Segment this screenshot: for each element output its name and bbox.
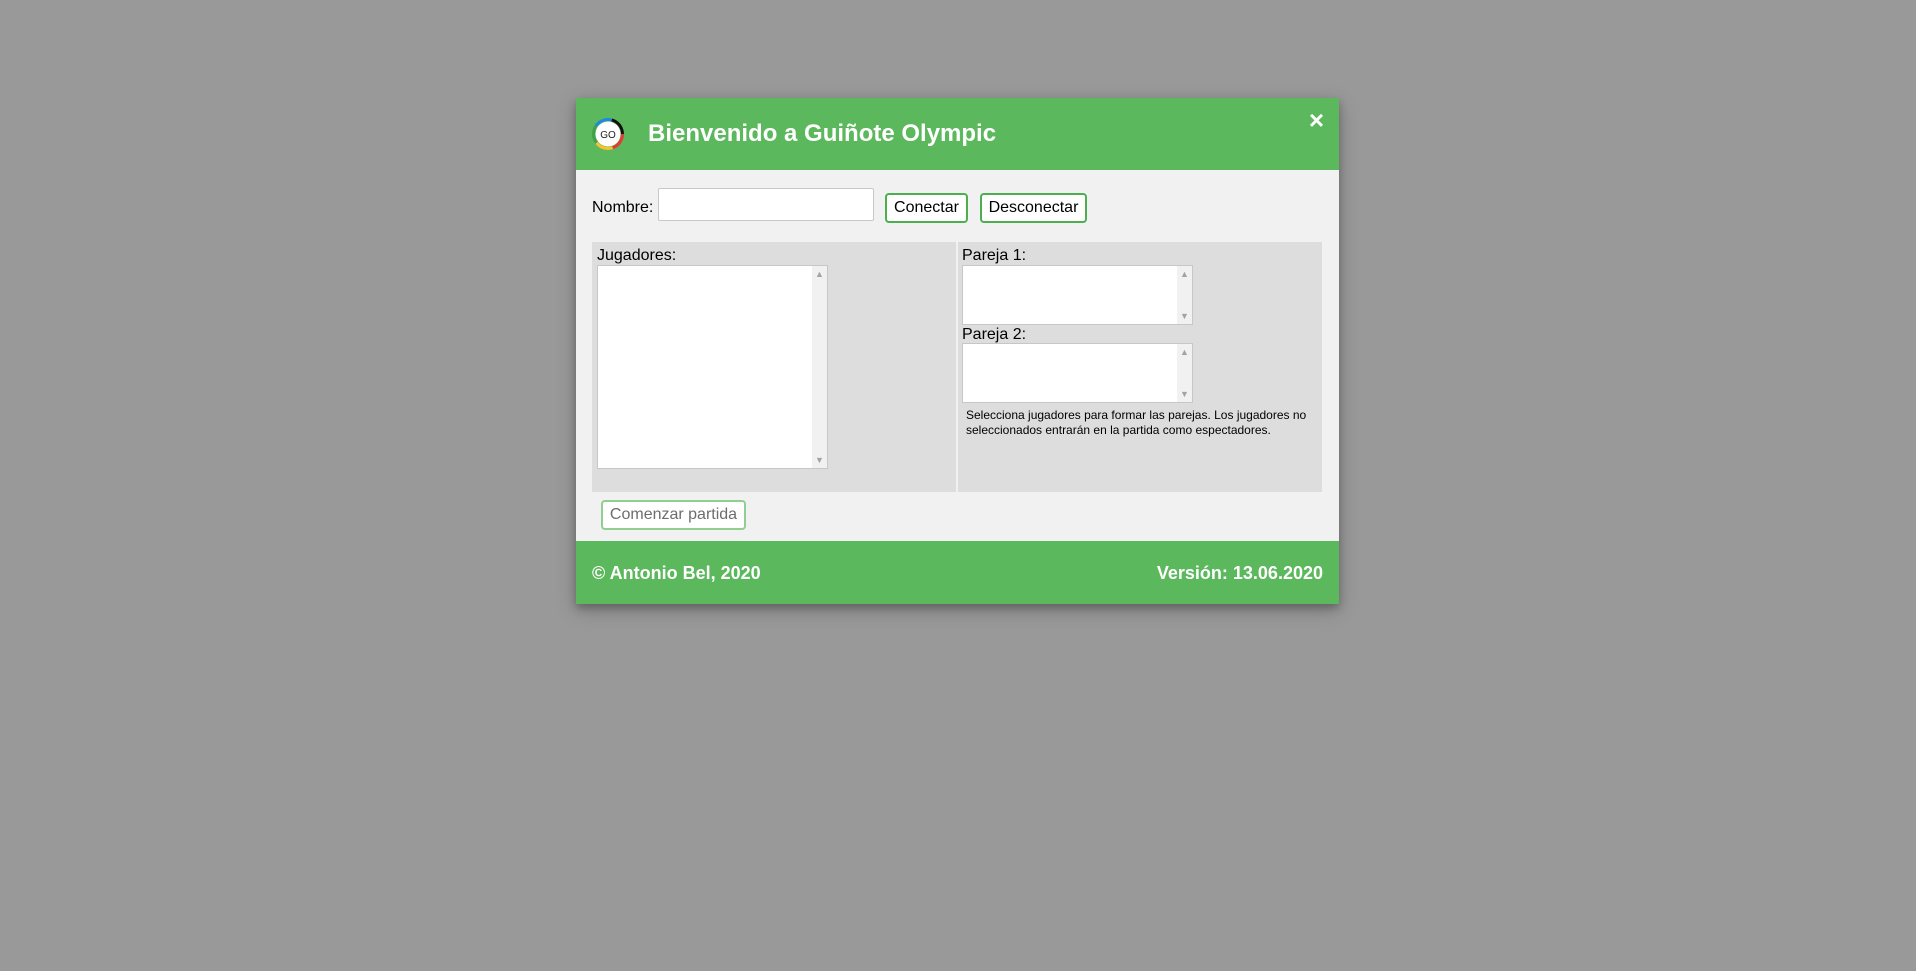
players-label: Jugadores: xyxy=(597,247,677,264)
version-text: Versión: 13.06.2020 xyxy=(1156,563,1323,583)
pair2-list[interactable]: ▲ ▼ xyxy=(962,343,1193,403)
guinote-olympic-logo: GO xyxy=(592,118,624,150)
pair2-label: Pareja 2: xyxy=(962,326,1027,343)
teams-hint-text: Selecciona jugadores para formar las par… xyxy=(966,408,1307,437)
name-label: Nombre: xyxy=(592,199,654,216)
scroll-down-icon[interactable]: ▼ xyxy=(812,454,827,466)
dialog-header: GO Bienvenido a Guiñote Olympic × xyxy=(576,98,1339,170)
dialog-footer: © Antonio Bel, 2020 Versión: 13.06.2020 xyxy=(576,541,1339,604)
players-list-scrollbar[interactable]: ▲ ▼ xyxy=(812,266,827,468)
pair2-list-scrollbar[interactable]: ▲ ▼ xyxy=(1177,344,1192,402)
close-button[interactable]: × xyxy=(1309,106,1324,134)
pair1-list-scrollbar[interactable]: ▲ ▼ xyxy=(1177,266,1192,324)
scroll-up-icon[interactable]: ▲ xyxy=(1177,346,1192,358)
start-game-button[interactable]: Comenzar partida xyxy=(601,500,746,530)
scroll-down-icon[interactable]: ▼ xyxy=(1177,388,1192,400)
pair1-label: Pareja 1: xyxy=(962,247,1027,264)
scroll-up-icon[interactable]: ▲ xyxy=(812,268,827,280)
copyright-text: © Antonio Bel, 2020 xyxy=(592,563,761,583)
disconnect-button[interactable]: Desconectar xyxy=(980,193,1087,223)
scroll-up-icon[interactable]: ▲ xyxy=(1177,268,1192,280)
pair1-list[interactable]: ▲ ▼ xyxy=(962,265,1193,325)
dialog-title: Bienvenido a Guiñote Olympic xyxy=(648,120,997,147)
scroll-down-icon[interactable]: ▼ xyxy=(1177,310,1192,322)
svg-text:GO: GO xyxy=(600,130,616,141)
players-list[interactable]: ▲ ▼ xyxy=(597,265,828,469)
connect-button[interactable]: Conectar xyxy=(885,193,968,223)
name-input[interactable] xyxy=(658,188,874,221)
